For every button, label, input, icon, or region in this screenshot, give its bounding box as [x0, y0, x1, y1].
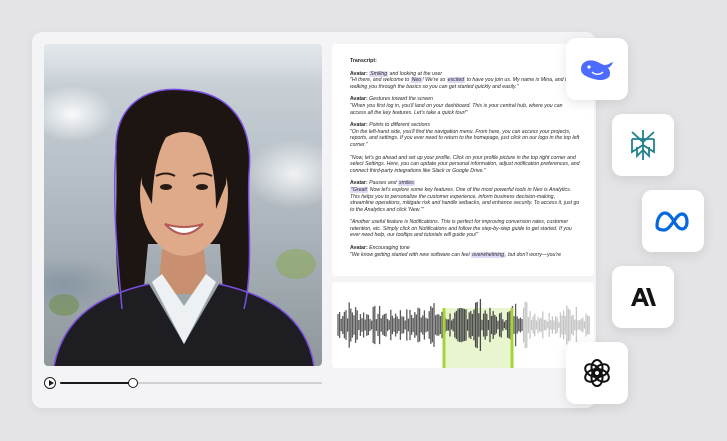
avatar-person — [53, 88, 315, 366]
perplexity-icon — [631, 130, 655, 160]
transcript-segment: Avatar: Smiling and looking at the user … — [350, 70, 577, 90]
deepseek-logo-tile[interactable] — [566, 38, 628, 100]
openai-icon — [584, 359, 610, 387]
waveform-graphic — [337, 298, 590, 368]
progress-handle[interactable] — [128, 378, 139, 388]
transcript-segment: "Now, let's go ahead and set up your pro… — [350, 154, 580, 174]
progress-track[interactable] — [60, 378, 322, 388]
perplexity-logo-tile[interactable] — [612, 114, 674, 176]
transcript-segment: Avatar: Pauses and smiles "Great! Now le… — [350, 180, 580, 213]
anthropic-icon — [631, 288, 656, 306]
audio-waveform[interactable] — [332, 282, 594, 368]
openai-logo-tile[interactable] — [566, 342, 628, 404]
meta-logo-tile[interactable] — [642, 190, 704, 252]
progress-fill — [60, 382, 134, 384]
transcript-segment: Avatar: Points to different sections "On… — [350, 122, 580, 148]
transcript-segment: Avatar: Encouraging tone "We know gettin… — [350, 245, 562, 258]
transcript-panel[interactable]: Transcript: Avatar: Smiling and looking … — [332, 44, 594, 276]
playback-bar — [44, 374, 322, 392]
meta-icon — [655, 211, 689, 232]
selection-start-handle[interactable] — [442, 308, 446, 368]
selection-end-handle[interactable] — [510, 308, 514, 368]
play-icon[interactable] — [44, 377, 56, 389]
transcript-segment: "Another useful feature is Notifications… — [350, 219, 572, 239]
avatar-video[interactable] — [44, 44, 322, 366]
deepseek-icon — [581, 60, 613, 81]
transcript-segment: Avatar: Gestures toward the screen "When… — [350, 96, 563, 116]
anthropic-logo-tile[interactable] — [612, 266, 674, 328]
transcript-title: Transcript: — [350, 58, 377, 64]
